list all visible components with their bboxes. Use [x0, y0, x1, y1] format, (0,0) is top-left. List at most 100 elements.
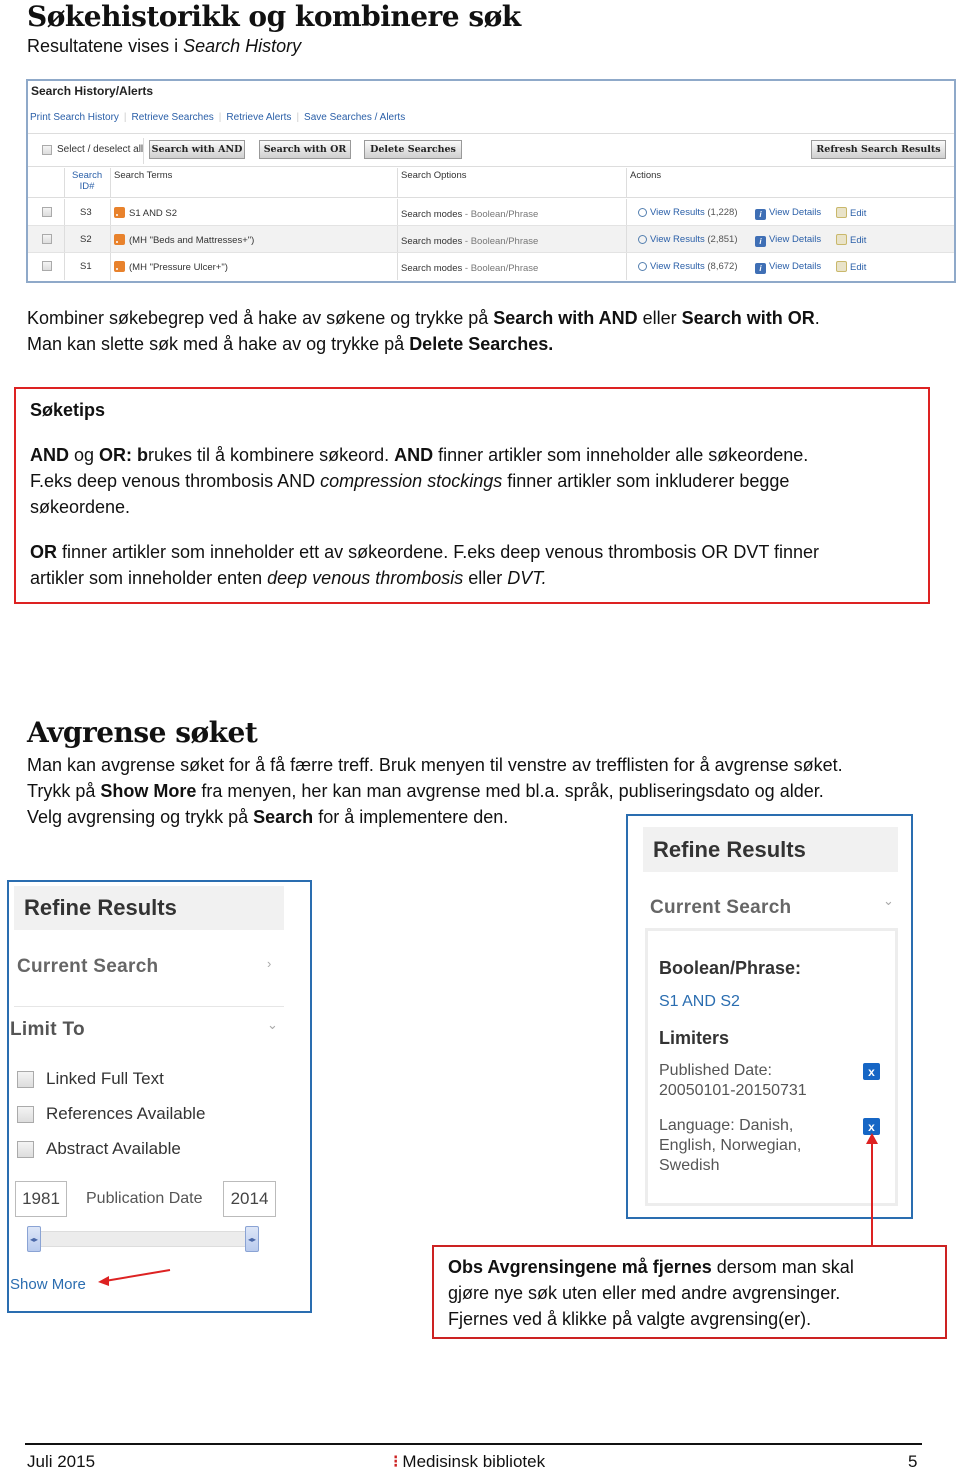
- edit-link[interactable]: Edit: [836, 234, 866, 246]
- checkbox[interactable]: [17, 1105, 34, 1123]
- search-tips-box: Søketips AND og OR: brukes til å kombine…: [14, 387, 930, 604]
- search-history-row: S3 S1 AND S2 Search modes - Boolean/Phra…: [28, 199, 954, 226]
- magnifier-icon: [638, 208, 647, 217]
- published-date-limiter: Published Date: 20050101-20150731: [659, 1062, 807, 1099]
- info-icon: i: [755, 236, 766, 247]
- tips-heading: Søketips: [30, 400, 106, 420]
- view-results-link[interactable]: View Results (1,228): [638, 207, 738, 218]
- limiter-references-available[interactable]: References Available: [17, 1104, 205, 1124]
- search-terms: (MH "Beds and Mattresses+"): [114, 234, 254, 246]
- checkbox[interactable]: [17, 1140, 34, 1158]
- rss-icon[interactable]: [114, 207, 125, 218]
- delete-searches-button[interactable]: Delete Searches: [364, 140, 462, 159]
- search-history-row: S2 (MH "Beds and Mattresses+") Search mo…: [28, 226, 954, 253]
- rss-icon[interactable]: [114, 234, 125, 245]
- search-options: Search modes - Boolean/Phrase: [401, 236, 539, 247]
- footer-divider: [25, 1443, 922, 1445]
- search-history-links: Print Search History | Retrieve Searches |…: [30, 112, 406, 123]
- note-box: Obs Avgrensingene må fjernes dersom man …: [432, 1245, 947, 1339]
- search-history-toolbar: Select / deselect all Search with AND Se…: [28, 133, 954, 167]
- chevron-down-icon[interactable]: ⌄: [267, 1017, 278, 1033]
- annotation-arrow: [866, 1133, 878, 1246]
- combine-instructions: Kombiner søkebegrep ved å hake av søkene…: [27, 308, 820, 354]
- search-options: Search modes - Boolean/Phrase: [401, 263, 539, 274]
- print-search-history-link[interactable]: Print Search History: [30, 112, 119, 123]
- page-title: Søkehistorikk og kombinere søk: [27, 0, 521, 33]
- annotation-arrow: [98, 1269, 171, 1286]
- subtitle-emphasis: Search History: [183, 36, 302, 56]
- search-history-header: Search ID# Search Terms Search Options Ac…: [28, 168, 954, 198]
- select-all-checkbox[interactable]: [42, 144, 52, 155]
- section-title: Avgrense søket: [27, 716, 258, 749]
- search-id: S1: [80, 261, 92, 272]
- edit-link[interactable]: Edit: [836, 207, 866, 219]
- rss-icon[interactable]: [114, 261, 125, 272]
- search-with-and-button[interactable]: Search with AND: [149, 140, 245, 159]
- date-to-input[interactable]: 2014: [223, 1181, 276, 1217]
- retrieve-searches-link[interactable]: Retrieve Searches: [132, 112, 214, 123]
- magnifier-icon: [638, 262, 647, 271]
- date-from-input[interactable]: 1981: [15, 1181, 67, 1217]
- current-search-box: Boolean/Phrase: S1 AND S2 Limiters Publi…: [645, 928, 898, 1206]
- slider-handle-start[interactable]: ◂▸: [27, 1226, 41, 1252]
- view-details-link[interactable]: i View Details: [755, 207, 821, 220]
- language-limiter: Language: Danish, English, Norwegian, Sw…: [659, 1117, 802, 1174]
- save-searches-alerts-link[interactable]: Save Searches / Alerts: [304, 112, 405, 123]
- column-actions: Actions: [630, 170, 662, 181]
- limiters-heading: Limiters: [659, 1028, 730, 1048]
- row-checkbox[interactable]: [42, 261, 52, 271]
- refresh-search-results-button[interactable]: Refresh Search Results: [811, 140, 946, 159]
- search-terms: (MH "Pressure Ulcer+"): [114, 261, 228, 273]
- column-search-id[interactable]: Search ID#: [72, 170, 102, 192]
- magnifier-icon: [638, 235, 647, 244]
- refine-results-panel: Refine Results Current Search › Limit To…: [7, 880, 312, 1313]
- search-id: S2: [80, 234, 92, 245]
- page-subtitle: Resultatene vises i Search History: [27, 33, 301, 59]
- refine-results-heading: Refine Results: [14, 886, 284, 930]
- refine-results-heading: Refine Results: [643, 827, 898, 872]
- boolean-phrase-heading: Boolean/Phrase:: [659, 958, 802, 978]
- search-with-or-button[interactable]: Search with OR: [259, 140, 351, 159]
- column-search-terms: Search Terms: [114, 170, 173, 181]
- footer-org: ⁝ Medisinsk bibliotek: [393, 1452, 546, 1471]
- search-history-row: S1 (MH "Pressure Ulcer+") Search modes -…: [28, 253, 954, 280]
- checkbox[interactable]: [17, 1070, 34, 1088]
- select-all[interactable]: Select / deselect all: [42, 144, 143, 155]
- edit-icon: [836, 234, 847, 245]
- publication-date-label: Publication Date: [86, 1190, 203, 1207]
- search-terms: S1 AND S2: [114, 207, 177, 219]
- retrieve-alerts-link[interactable]: Retrieve Alerts: [226, 112, 291, 123]
- row-checkbox[interactable]: [42, 234, 52, 244]
- row-checkbox[interactable]: [42, 207, 52, 217]
- remove-published-date-button[interactable]: x: [863, 1063, 880, 1080]
- info-icon: i: [755, 263, 766, 274]
- limiter-linked-full-text[interactable]: Linked Full Text: [17, 1069, 164, 1089]
- chevron-down-icon[interactable]: ⌄: [883, 893, 894, 909]
- limit-to-toggle[interactable]: Limit To: [10, 1019, 85, 1041]
- boolean-phrase-value[interactable]: S1 AND S2: [659, 993, 740, 1011]
- page-number: 5: [908, 1452, 918, 1471]
- note-text: Obs Avgrensingene må fjernes dersom man …: [448, 1257, 854, 1329]
- select-all-label: Select / deselect all: [57, 144, 144, 155]
- current-search-toggle[interactable]: Current Search: [650, 897, 791, 919]
- tips-paragraph-and: AND og OR: brukes til å kombinere søkeor…: [30, 445, 809, 517]
- current-search-toggle[interactable]: Current Search: [17, 956, 158, 978]
- search-id: S3: [80, 207, 92, 218]
- view-details-link[interactable]: i View Details: [755, 234, 821, 247]
- logo-icon: ⁝: [393, 1452, 399, 1471]
- chevron-right-icon[interactable]: ›: [267, 956, 271, 971]
- slider-handle-end[interactable]: ◂▸: [245, 1226, 259, 1252]
- column-search-options: Search Options: [401, 170, 467, 181]
- show-more-link[interactable]: Show More: [10, 1276, 86, 1293]
- edit-link[interactable]: Edit: [836, 261, 866, 273]
- view-results-link[interactable]: View Results (8,672): [638, 261, 738, 272]
- footer-date: Juli 2015: [27, 1452, 96, 1471]
- search-options: Search modes - Boolean/Phrase: [401, 209, 539, 220]
- edit-icon: [836, 261, 847, 272]
- date-range-slider[interactable]: [33, 1231, 255, 1247]
- info-icon: i: [755, 209, 766, 220]
- view-details-link[interactable]: i View Details: [755, 261, 821, 274]
- limiter-abstract-available[interactable]: Abstract Available: [17, 1139, 181, 1159]
- edit-icon: [836, 207, 847, 218]
- view-results-link[interactable]: View Results (2,851): [638, 234, 738, 245]
